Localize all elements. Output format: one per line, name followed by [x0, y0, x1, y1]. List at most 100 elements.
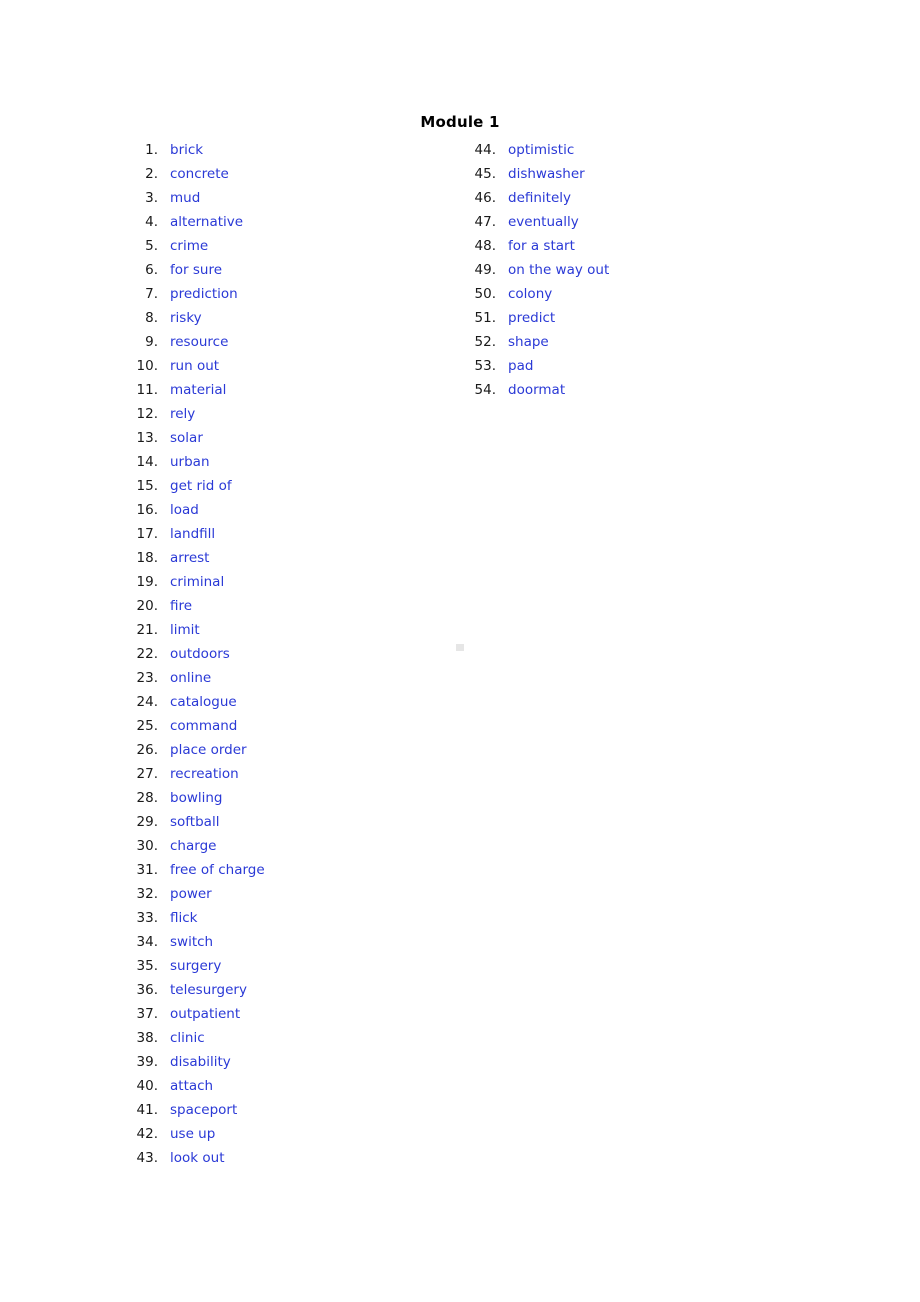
vocabulary-row: 29. softball	[128, 810, 265, 834]
vocabulary-word: get rid of	[170, 478, 232, 494]
item-number: 40.	[136, 1078, 158, 1094]
vocabulary-word: mud	[170, 190, 201, 206]
item-number: 1.	[145, 142, 158, 158]
vocabulary-row: 52. shape	[466, 330, 609, 354]
vocabulary-row: 44. optimistic	[466, 138, 609, 162]
vocabulary-row: 40. attach	[128, 1074, 265, 1098]
vocabulary-word: for sure	[170, 262, 223, 278]
item-number: 19.	[136, 574, 158, 590]
vocabulary-word: limit	[170, 622, 200, 638]
vocabulary-row: 7. prediction	[128, 282, 265, 306]
vocabulary-row: 36. telesurgery	[128, 978, 265, 1002]
vocabulary-word: predict	[508, 310, 556, 326]
item-number: 16.	[136, 502, 158, 518]
vocabulary-row: 43. look out	[128, 1146, 265, 1170]
item-number: 34.	[136, 934, 158, 950]
item-number: 41.	[136, 1102, 158, 1118]
vocabulary-row: 30. charge	[128, 834, 265, 858]
item-number: 44.	[474, 142, 496, 158]
item-number: 37.	[136, 1006, 158, 1022]
vocabulary-row: 24. catalogue	[128, 690, 265, 714]
vocabulary-row: 8. risky	[128, 306, 265, 330]
vocabulary-word: attach	[170, 1078, 214, 1094]
vocabulary-row: 1. brick	[128, 138, 265, 162]
vocabulary-row: 49. on the way out	[466, 258, 610, 282]
item-number: 6.	[145, 262, 158, 278]
vocabulary-word: eventually	[508, 214, 579, 230]
vocabulary-row: 26. place order	[128, 738, 265, 762]
vocabulary-word: clinic	[170, 1030, 205, 1046]
vocabulary-row: 53. pad	[466, 354, 609, 378]
page-artifact-mark	[456, 644, 464, 651]
vocabulary-word: spaceport	[170, 1102, 238, 1118]
vocabulary-word: look out	[170, 1150, 225, 1166]
vocabulary-word: material	[170, 382, 227, 398]
vocabulary-word: catalogue	[170, 694, 237, 710]
item-number: 43.	[136, 1150, 158, 1166]
vocabulary-row: 4. alternative	[128, 210, 265, 234]
vocabulary-word: command	[170, 718, 238, 734]
item-number: 15.	[136, 478, 158, 494]
vocabulary-word: telesurgery	[170, 982, 247, 998]
vocabulary-word: resource	[170, 334, 229, 350]
vocabulary-word: disability	[170, 1054, 231, 1070]
item-number: 12.	[136, 406, 158, 422]
item-number: 33.	[136, 910, 158, 926]
document-page: Module 1 1. brick 2. concrete 3. mud 4. alterna…	[0, 0, 920, 1302]
item-number: 9.	[145, 334, 158, 350]
vocabulary-word: online	[170, 670, 212, 686]
vocabulary-word: crime	[170, 238, 209, 254]
item-number: 17.	[136, 526, 158, 542]
vocabulary-row: 2. concrete	[128, 162, 265, 186]
item-number: 39.	[136, 1054, 158, 1070]
vocabulary-word: criminal	[170, 574, 225, 590]
vocabulary-word: solar	[170, 430, 203, 446]
vocabulary-row: 27. recreation	[128, 762, 265, 786]
vocabulary-row: 28. bowling	[128, 786, 265, 810]
item-number: 20.	[136, 598, 158, 614]
vocabulary-word: colony	[508, 286, 553, 302]
vocabulary-word: rely	[170, 406, 196, 422]
item-number: 2.	[145, 166, 158, 182]
item-number: 21.	[136, 622, 158, 638]
item-number: 13.	[136, 430, 158, 446]
vocabulary-row: 54. doormat	[466, 378, 609, 402]
vocabulary-row: 32. power	[128, 882, 265, 906]
vocabulary-word: concrete	[170, 166, 229, 182]
vocabulary-word: place order	[170, 742, 247, 758]
vocabulary-row: 46. definitely	[466, 186, 609, 210]
vocabulary-row: 22. outdoors	[128, 642, 265, 666]
vocabulary-word: run out	[170, 358, 220, 374]
item-number: 36.	[136, 982, 158, 998]
item-number: 7.	[145, 286, 158, 302]
vocabulary-word: pad	[508, 358, 534, 374]
item-number: 51.	[474, 310, 496, 326]
vocabulary-row: 21. limit	[128, 618, 265, 642]
vocabulary-word: surgery	[170, 958, 222, 974]
vocabulary-row: 35. surgery	[128, 954, 265, 978]
vocabulary-word: on the way out	[508, 262, 610, 278]
vocabulary-word: alternative	[170, 214, 244, 230]
item-number: 5.	[145, 238, 158, 254]
vocabulary-row: 6. for sure	[128, 258, 265, 282]
vocabulary-word: doormat	[508, 382, 566, 398]
vocabulary-row: 13. solar	[128, 426, 265, 450]
item-number: 8.	[145, 310, 158, 326]
item-number: 32.	[136, 886, 158, 902]
item-number: 46.	[474, 190, 496, 206]
vocabulary-row: 50. colony	[466, 282, 609, 306]
vocabulary-word: free of charge	[170, 862, 265, 878]
page-title: Module 1	[420, 113, 500, 131]
item-number: 38.	[136, 1030, 158, 1046]
vocabulary-row: 34. switch	[128, 930, 265, 954]
vocabulary-row: 33. flick	[128, 906, 265, 930]
vocabulary-word: risky	[170, 310, 202, 326]
vocabulary-word: arrest	[170, 550, 210, 566]
item-number: 18.	[136, 550, 158, 566]
vocabulary-word: dishwasher	[508, 166, 585, 182]
item-number: 23.	[136, 670, 158, 686]
vocabulary-row: 19. criminal	[128, 570, 265, 594]
item-number: 30.	[136, 838, 158, 854]
vocabulary-row: 11. material	[128, 378, 265, 402]
vocabulary-column-left: 1. brick 2. concrete 3. mud 4. alternative 5. cri…	[128, 138, 265, 1170]
